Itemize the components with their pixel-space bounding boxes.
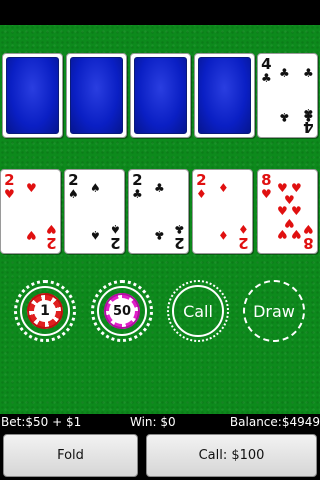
card-rank: 8 xyxy=(303,234,314,252)
player-card-3[interactable]: 2 ♣ ♣ ♣ 2 ♣ xyxy=(128,169,189,254)
card-rank: 2 xyxy=(132,171,143,189)
info-bar: Bet:$50 + $1 Win: $0 Balance:$4949 xyxy=(0,414,320,432)
card-rank: 4 xyxy=(303,118,314,136)
card-rank: 2 xyxy=(68,171,79,189)
card-rank: 2 xyxy=(4,171,15,189)
heart-suit-icon: ♥ xyxy=(261,187,272,201)
card-back-pattern xyxy=(134,57,187,134)
heart-suit-icon: ♥ xyxy=(46,222,57,236)
dealer-card-back-1 xyxy=(2,53,63,138)
dealer-card-face-up: 4 ♣ ♣ ♣ ♣ ♣ 4 ♣ xyxy=(257,53,318,138)
card-rank: 8 xyxy=(261,171,272,189)
red-chip-icon: 1 xyxy=(27,293,63,329)
heart-pip-icon: ♥ xyxy=(277,227,288,241)
heart-pip-icon: ♥ xyxy=(26,228,37,242)
club-pip-icon: ♣ xyxy=(154,228,165,242)
card-corner-bottom: 2 ♣ xyxy=(174,222,185,252)
heart-suit-icon: ♥ xyxy=(4,187,15,201)
card-corner-top: 8 ♥ xyxy=(261,171,272,201)
card-rank: 2 xyxy=(238,234,249,252)
draw-circle-label: Draw xyxy=(253,301,295,321)
heart-pip-icon: ♥ xyxy=(291,227,302,241)
bet-text: Bet:$50 + $1 xyxy=(1,415,82,429)
win-text: Win: $0 xyxy=(130,415,176,429)
club-pip-icon: ♣ xyxy=(279,110,290,124)
club-pip-icon: ♣ xyxy=(154,181,165,195)
diamond-pip-icon: ♦ xyxy=(218,228,229,242)
card-corner-top: 4 ♣ xyxy=(261,55,272,85)
card-back-pattern xyxy=(198,57,251,134)
call-button[interactable]: Call: $100 xyxy=(146,434,317,477)
call-circle-button[interactable]: Call xyxy=(167,280,229,342)
player-card-1[interactable]: 2 ♥ ♥ ♥ 2 ♥ xyxy=(0,169,61,254)
club-suit-icon: ♣ xyxy=(261,71,272,85)
card-corner-bottom: 8 ♥ xyxy=(303,222,314,252)
chip-50-button[interactable]: 50 xyxy=(91,280,153,342)
card-rank: 2 xyxy=(46,234,57,252)
chip-1-button[interactable]: 1 xyxy=(14,280,76,342)
card-corner-top: 2 ♥ xyxy=(4,171,15,201)
club-pip-icon: ♣ xyxy=(303,66,314,80)
diamond-suit-icon: ♦ xyxy=(196,187,207,201)
chip-50-label: 50 xyxy=(109,298,135,324)
club-suit-icon: ♣ xyxy=(303,106,314,120)
balance-text: Balance:$4949 xyxy=(229,415,320,429)
bottom-action-bar: Fold Call: $100 xyxy=(0,432,320,480)
heart-pip-icon: ♥ xyxy=(26,181,37,195)
player-card-4[interactable]: 2 ♦ ♦ ♦ 2 ♦ xyxy=(192,169,253,254)
card-rank: 2 xyxy=(110,234,121,252)
diamond-suit-icon: ♦ xyxy=(238,222,249,236)
club-suit-icon: ♣ xyxy=(132,187,143,201)
dealer-card-back-3 xyxy=(130,53,191,138)
status-bar xyxy=(0,0,320,25)
card-rank: 2 xyxy=(196,171,207,189)
dealer-card-back-4 xyxy=(194,53,255,138)
card-rank: 2 xyxy=(174,234,185,252)
card-back-pattern xyxy=(6,57,59,134)
card-rank: 4 xyxy=(261,55,272,73)
card-corner-top: 2 ♠ xyxy=(68,171,79,201)
fold-button[interactable]: Fold xyxy=(3,434,138,477)
card-corner-top: 2 ♦ xyxy=(196,171,207,201)
card-corner-bottom: 2 ♠ xyxy=(110,222,121,252)
card-corner-top: 2 ♣ xyxy=(132,171,143,201)
call-circle-label: Call xyxy=(183,301,213,321)
spade-suit-icon: ♠ xyxy=(110,222,121,236)
draw-circle-button[interactable]: Draw xyxy=(243,280,305,342)
club-pip-icon: ♣ xyxy=(279,66,290,80)
pink-chip-icon: 50 xyxy=(104,293,140,329)
player-card-5[interactable]: 8 ♥ ♥ ♥ ♥ ♥ ♥ ♥ ♥ ♥ 8 ♥ xyxy=(257,169,318,254)
spade-pip-icon: ♠ xyxy=(90,228,101,242)
diamond-pip-icon: ♦ xyxy=(218,181,229,195)
player-card-2[interactable]: 2 ♠ ♠ ♠ 2 ♠ xyxy=(64,169,125,254)
card-back-pattern xyxy=(70,57,123,134)
spade-pip-icon: ♠ xyxy=(90,181,101,195)
spade-suit-icon: ♠ xyxy=(68,187,79,201)
poker-table: 4 ♣ ♣ ♣ ♣ ♣ 4 ♣ 2 ♥ ♥ ♥ 2 ♥ 2 ♠ ♠ ♠ 2 ♠ … xyxy=(0,25,320,414)
card-corner-bottom: 2 ♦ xyxy=(238,222,249,252)
chip-1-label: 1 xyxy=(34,300,56,322)
dealer-card-back-2 xyxy=(66,53,127,138)
card-corner-bottom: 2 ♥ xyxy=(46,222,57,252)
card-corner-bottom: 4 ♣ xyxy=(303,106,314,136)
heart-suit-icon: ♥ xyxy=(303,222,314,236)
club-suit-icon: ♣ xyxy=(174,222,185,236)
